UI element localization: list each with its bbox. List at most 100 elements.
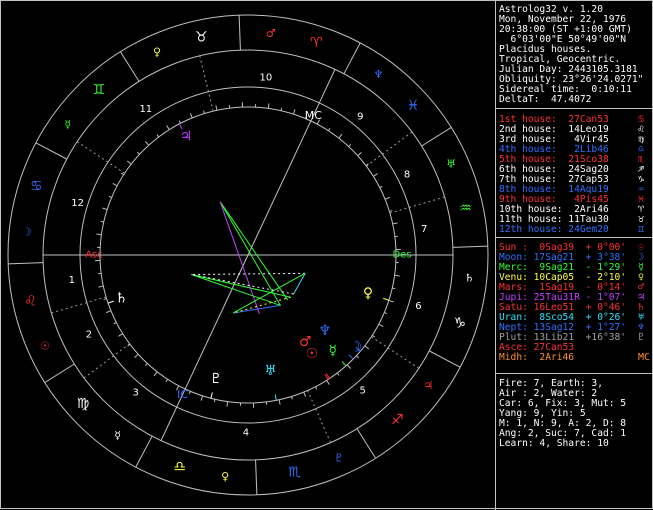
degree-tick <box>349 144 351 146</box>
house-cusp-line <box>84 344 130 378</box>
zodiac-sign-icon: ♌ <box>24 294 37 310</box>
degree-tick <box>118 334 122 337</box>
degree-tick <box>101 221 104 222</box>
sign-division-line <box>45 364 75 383</box>
info-panel: Astrolog32 v. 1.20Mon, November 22, 1976… <box>495 1 653 510</box>
sign-ruler-icon: ☽ <box>22 226 32 239</box>
planet-glyph-icon: ♇ <box>638 333 644 343</box>
degree-tick <box>113 183 117 185</box>
sign-division-line <box>357 429 376 459</box>
zodiac-sign-icon: ♊ <box>92 82 105 98</box>
aspect-line <box>220 202 288 300</box>
sign-ruler-icon: ♄ <box>464 271 474 284</box>
zodiac-sign-icon: ♋ <box>30 179 43 195</box>
zodiac-sign-icon: ♓ <box>407 98 420 114</box>
degree-tick <box>292 396 293 399</box>
degree-tick <box>201 396 203 401</box>
sign-division-line <box>36 143 67 159</box>
summary-line: Learn: 4, Share: 10 <box>499 439 609 449</box>
aspect-line <box>220 202 259 314</box>
aspect-line <box>191 275 290 298</box>
sign-division-line <box>429 351 460 367</box>
degree-tick <box>135 354 139 357</box>
degree-tick <box>98 286 103 287</box>
degree-tick <box>395 275 400 276</box>
house-number-label: 5 <box>359 386 365 397</box>
degree-tick <box>304 392 306 397</box>
degree-tick <box>380 186 383 187</box>
zodiac-sign-icon: ♍ <box>77 396 90 412</box>
sign-ruler-icon: ☿ <box>64 118 71 131</box>
zodiac-sign-icon: ♒ <box>459 200 472 216</box>
planet-icon: ♇ <box>210 371 223 387</box>
degree-tick <box>127 161 131 164</box>
house-cusp-line <box>371 337 419 369</box>
house-number-label: 1 <box>69 275 75 286</box>
degree-tick <box>373 174 377 177</box>
house-number-label: 10 <box>259 72 272 83</box>
degree-tick <box>227 402 228 407</box>
degree-tick <box>145 142 148 146</box>
planet-icon: ♆ <box>319 323 332 339</box>
sign-ruler-icon: ☿ <box>114 429 121 442</box>
house-number-label: 11 <box>139 104 152 115</box>
house-number-label: 3 <box>132 388 138 399</box>
degree-tick <box>214 399 215 402</box>
house-cusp-line <box>200 56 213 111</box>
degree-tick <box>315 387 316 390</box>
degree-tick <box>279 400 280 405</box>
planet-icon: ♅ <box>264 363 277 379</box>
house-number-label: 6 <box>415 301 421 312</box>
natal-chart-wheel[interactable]: 123456789101112AscDesMCIC♈♂♉♀♊☿♋☽♌☉♍☿♎♀♏… <box>1 1 495 510</box>
planet-icon: ♃ <box>180 128 193 144</box>
sign-ruler-icon: ♅ <box>446 158 456 171</box>
planet-glyph-icon: MC <box>638 353 650 363</box>
house-cusp-line <box>161 255 248 441</box>
mc-label: MC <box>305 109 322 122</box>
house-cusp-line <box>390 197 445 213</box>
sign-ruler-icon: ♇ <box>334 452 344 465</box>
degree-tick <box>392 288 395 289</box>
aspect-line <box>191 275 293 294</box>
zodiac-sign-icon: ♈ <box>310 35 323 51</box>
degree-tick <box>389 300 394 302</box>
sign-ruler-icon: ♆ <box>373 68 383 81</box>
house-number-label: 2 <box>86 329 92 340</box>
degree-tick <box>385 197 390 199</box>
planet-position-tick <box>211 392 213 398</box>
house-number-label: 9 <box>357 111 363 122</box>
house-number-label: 7 <box>421 224 427 235</box>
sign-ruler-icon: ♂ <box>266 27 276 40</box>
zodiac-sign-icon: ♏ <box>288 465 301 481</box>
planet-position-tick <box>349 355 353 359</box>
degree-tick <box>389 211 392 212</box>
panel-divider <box>496 108 653 109</box>
panel-divider <box>496 237 653 238</box>
sign-ruler-icon: ♃ <box>423 379 433 392</box>
sign-glyph-icon: ♊ <box>638 225 644 235</box>
degree-tick <box>379 324 383 326</box>
house-number-label: 4 <box>243 427 249 438</box>
zodiac-sign-icon: ♎ <box>173 459 186 475</box>
planet-position-tick <box>275 394 276 400</box>
degree-tick <box>384 313 387 314</box>
header-line: DeltaT: 47.4072 <box>499 95 591 105</box>
planet-position-tick <box>108 301 114 303</box>
degree-tick <box>109 196 112 197</box>
sign-division-line <box>239 15 240 50</box>
sign-division-line <box>136 436 152 467</box>
aspect-line <box>220 202 280 306</box>
degree-tick <box>372 335 375 337</box>
degree-tick <box>106 311 111 313</box>
house-number-label: 12 <box>71 198 84 209</box>
planet-icon: ♀ <box>363 286 373 302</box>
sign-division-line <box>256 460 257 495</box>
des-label: Des <box>392 250 411 261</box>
degree-tick <box>189 391 190 394</box>
ic-label: IC <box>177 388 188 401</box>
house-number-label: 8 <box>404 170 410 181</box>
house-cusp-line <box>308 390 331 442</box>
sign-ruler-icon: ☉ <box>40 339 50 352</box>
planet-position-tick <box>383 298 389 300</box>
house-cusp-line <box>77 142 125 174</box>
